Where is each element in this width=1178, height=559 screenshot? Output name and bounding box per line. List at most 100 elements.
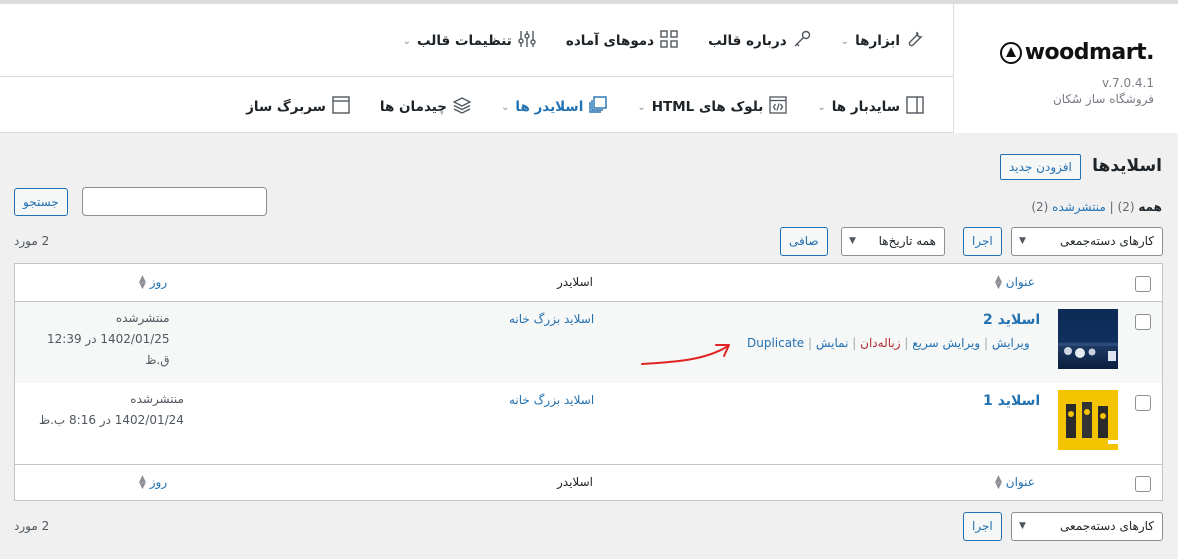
view-link[interactable]: نمایش: [816, 336, 849, 350]
theme-menu-bottom: سربرگ ساز چیدمان ها اسلایدر ها ⌄ بلوک ها…: [216, 90, 924, 124]
column-slider-header: اسلایدر: [557, 275, 593, 289]
table-header: عنوان ▲ ▼ اسلایدر روز ▲ ▼: [15, 264, 1162, 302]
apply-button-bottom[interactable]: اجرا: [963, 512, 1002, 541]
theme-version: v.7.0.4.1: [1102, 76, 1154, 90]
row-date: منتشرشده 1402/01/24 در 8:16 ب.ظ: [39, 389, 184, 431]
sort-icon: ▲ ▼: [139, 273, 146, 291]
bulk-actions-select-top[interactable]: کارهای دسته‌جمعی ▼: [1011, 227, 1163, 256]
layers-icon: [452, 96, 472, 118]
table-row: اسلاید 1 اسلاید بزرگ خانه منتشرشده 1402/…: [15, 383, 1162, 464]
menu-layouts-label: چیدمان ها: [379, 99, 448, 115]
slide-thumbnail: [1058, 309, 1118, 369]
key-icon: [793, 30, 811, 52]
chevron-down-icon: ⌄: [817, 101, 826, 113]
layout-icon: [332, 96, 350, 118]
annotation-arrow-icon: [636, 340, 736, 374]
sort-icon: ▲ ▼: [139, 473, 146, 491]
row-title-link[interactable]: اسلاید 2: [983, 312, 1040, 328]
sliders-icon: [518, 30, 536, 52]
column-title-footer[interactable]: عنوان ▲ ▼: [995, 474, 1035, 490]
add-new-button[interactable]: افزودن جدید: [1000, 154, 1081, 180]
chevron-down-icon: ⌄: [402, 35, 411, 47]
grid-icon: [660, 30, 678, 52]
search-button[interactable]: جستجو: [14, 188, 68, 216]
menu-tools[interactable]: ابزارها ⌄: [841, 30, 924, 52]
chevron-down-icon: ⌄: [840, 35, 850, 47]
sidebar-icon: [906, 96, 924, 118]
search-input[interactable]: [82, 187, 267, 216]
menu-html-blocks[interactable]: بلوک های HTML ⌄: [637, 96, 787, 118]
menu-demos-label: دموهای آماده: [565, 33, 655, 49]
menu-sliders[interactable]: اسلایدر ها ⌄: [501, 96, 608, 118]
chevron-down-icon: ⌄: [501, 101, 510, 113]
filter-all[interactable]: همه: [1138, 200, 1162, 214]
woodmart-logo: woodmart.: [999, 40, 1155, 65]
row-status: منتشرشده: [115, 311, 170, 325]
filter-published[interactable]: منتشرشده: [1052, 200, 1106, 214]
logo-mark-icon: [999, 41, 1022, 64]
row-date-period: ق.ظ: [145, 353, 170, 367]
wrench-icon: [906, 30, 924, 52]
bulk-actions-label: کارهای دسته‌جمعی: [1060, 519, 1154, 533]
table-footer: عنوان ▲ ▼ اسلایدر روز ▲ ▼: [15, 464, 1162, 501]
column-date-header[interactable]: روز ▲ ▼: [139, 273, 167, 291]
page-title: اسلایدها: [1092, 156, 1162, 176]
menu-sliders-label: اسلایدر ها: [515, 99, 584, 115]
filter-published-count: (2): [1031, 200, 1049, 214]
menu-html-blocks-label: بلوک های HTML: [651, 99, 764, 115]
filter-button[interactable]: صافی: [780, 227, 828, 256]
code-block-icon: [769, 96, 787, 118]
select-all-checkbox-bottom[interactable]: [1135, 476, 1151, 492]
row-checkbox[interactable]: [1135, 395, 1151, 411]
menu-divider: [0, 76, 953, 77]
chevron-down-icon: ▼: [849, 236, 856, 246]
bulk-actions-label: کارهای دسته‌جمعی: [1060, 234, 1154, 248]
item-count-bottom: 2 مورد: [14, 519, 50, 533]
row-checkbox[interactable]: [1135, 314, 1151, 330]
status-filters: همه (2) | منتشرشده (2): [1031, 200, 1162, 214]
slides-icon: [589, 96, 608, 118]
column-slider-footer: اسلایدر: [557, 475, 593, 489]
apply-button-top[interactable]: اجرا: [963, 227, 1002, 256]
menu-about-theme-label: درباره قالب: [708, 33, 787, 49]
date-filter-select[interactable]: همه تاریخ‌ها ▼: [841, 227, 945, 256]
quick-edit-link[interactable]: ویرایش سریع: [912, 336, 980, 350]
edit-link[interactable]: ویرایش: [992, 336, 1030, 350]
column-date-footer[interactable]: روز ▲ ▼: [139, 473, 167, 491]
row-date-value: 1402/01/24 در 8:16 ب.ظ: [39, 413, 184, 427]
column-title-header[interactable]: عنوان ▲ ▼: [995, 273, 1035, 291]
select-all-checkbox[interactable]: [1135, 276, 1151, 292]
slides-table: عنوان ▲ ▼ اسلایدر روز ▲ ▼ اسلاید 2 ویرایش …: [14, 263, 1163, 501]
bulk-actions-select-bottom[interactable]: کارهای دسته‌جمعی ▼: [1011, 512, 1163, 541]
item-count-top: 2 مورد: [14, 234, 50, 248]
menu-theme-settings[interactable]: تنظیمات قالب ⌄: [403, 30, 536, 52]
trash-link[interactable]: زباله‌دان: [860, 336, 900, 350]
menu-tools-label: ابزارها: [855, 33, 900, 49]
duplicate-link[interactable]: Duplicate: [747, 336, 804, 350]
menu-demos[interactable]: دموهای آماده: [566, 30, 678, 52]
table-row: اسلاید 2 ویرایش | ویرایش سریع | زباله‌دا…: [15, 302, 1162, 383]
filter-separator: |: [1109, 200, 1114, 214]
menu-sidebars[interactable]: سایدبار ها ⌄: [817, 96, 924, 118]
filter-all-count: (2): [1117, 200, 1135, 214]
slide-thumbnail: [1058, 390, 1118, 450]
menu-layouts[interactable]: چیدمان ها: [379, 96, 472, 118]
menu-about-theme[interactable]: درباره قالب: [708, 30, 811, 52]
row-status: منتشرشده: [130, 392, 184, 406]
menu-theme-settings-label: تنظیمات قالب: [416, 33, 512, 49]
slider-link[interactable]: اسلاید بزرگ خانه: [509, 393, 594, 407]
brand-panel: woodmart. v.7.0.4.1 فروشگاه ساز سُکان: [953, 4, 1178, 133]
shop-name: فروشگاه ساز سُکان: [1052, 92, 1154, 106]
menu-header-builder-label: سربرگ ساز: [246, 99, 326, 115]
row-date-value: 1402/01/25 در 12:39: [47, 332, 170, 346]
theme-menu-top: تنظیمات قالب ⌄ دموهای آماده درباره قالب …: [373, 24, 924, 58]
logo-text: woodmart.: [1024, 40, 1155, 65]
sort-icon: ▲ ▼: [995, 273, 1002, 291]
menu-header-builder[interactable]: سربرگ ساز: [246, 96, 350, 118]
row-date: منتشرشده 1402/01/25 در 12:39 ق.ظ: [47, 308, 170, 371]
chevron-down-icon: ▼: [1019, 236, 1026, 246]
slider-link[interactable]: اسلاید بزرگ خانه: [509, 312, 594, 326]
row-title-link[interactable]: اسلاید 1: [983, 393, 1040, 409]
chevron-down-icon: ⌄: [637, 101, 646, 113]
menu-sidebars-label: سایدبار ها: [831, 99, 900, 115]
